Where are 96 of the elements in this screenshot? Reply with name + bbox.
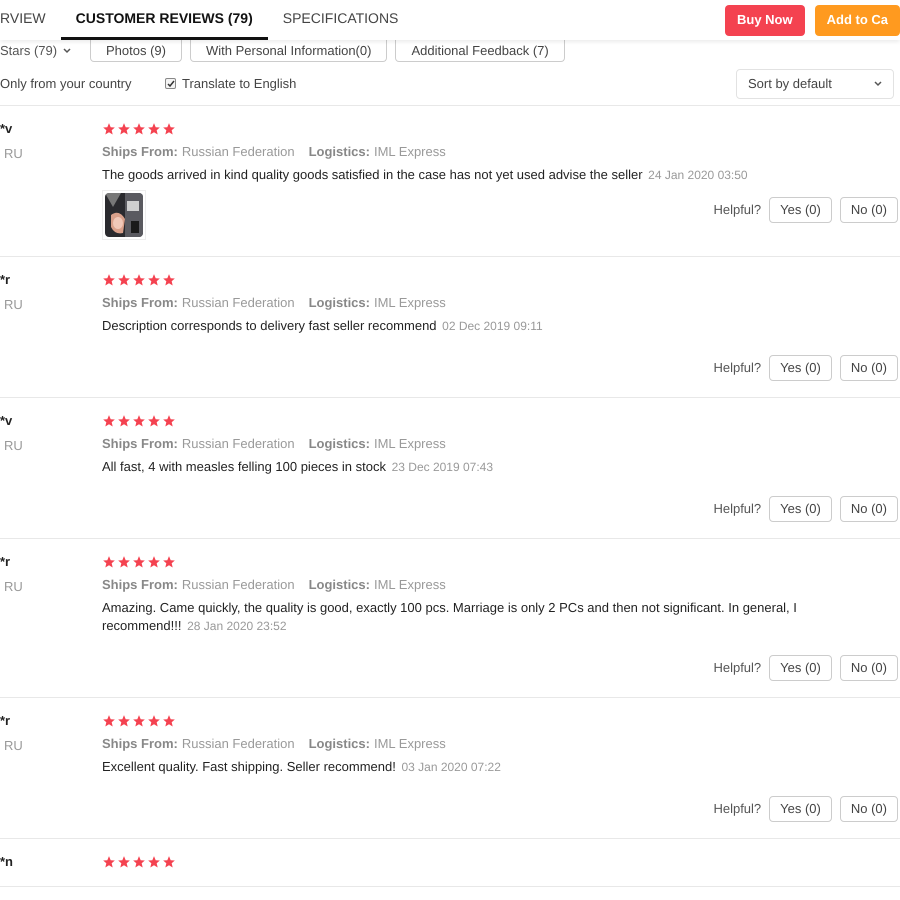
star-icon [132,554,146,568]
logistics-label: Logistics: [308,294,370,311]
buy-now-button[interactable]: Buy Now [724,4,805,36]
filter-chip[interactable]: With Personal Information(0) [190,40,388,62]
star-icon [147,554,161,568]
checkmark-icon [166,80,174,88]
logistics-label: Logistics: [308,576,370,593]
reviewer-name: *r [0,271,12,288]
no-vote-button[interactable]: No (0) [840,655,898,681]
star-icon [147,714,161,728]
star-icon [132,854,146,868]
country-code: RU [3,437,24,454]
ships-from-label: Ships From: [102,735,178,752]
yes-vote-button[interactable]: Yes (0) [769,655,832,681]
country-code: RU [3,578,24,595]
country-code: RU [3,296,24,313]
logistics-value: IML Express [374,143,446,160]
star-icon [132,714,146,728]
ships-from-value: Russian Federation [182,143,295,160]
logistics-value: IML Express [374,576,446,593]
star-icon [117,854,131,868]
chevron-down-icon [874,80,882,86]
translate-label: Translate to English [182,74,296,93]
star-icon [117,554,131,568]
star-icon [162,854,176,868]
yes-vote-button[interactable]: Yes (0) [769,796,832,822]
no-vote-button[interactable]: No (0) [840,197,898,223]
country-code: RU [3,145,24,162]
star-icon [162,122,176,136]
reviewer-name: *v [0,120,14,137]
no-vote-button[interactable]: No (0) [840,796,898,822]
review-text: Excellent quality. Fast shipping. Seller recommend! 03 Jan 2020 07:22 [102,758,502,776]
ships-from-value: Russian Federation [182,735,295,752]
filter-chip[interactable]: Additional Feedback (7) [395,40,565,62]
helpful-label: Helpful? [713,500,762,518]
star-icon [117,272,131,286]
yes-vote-button[interactable]: Yes (0) [769,355,832,381]
star-icon [102,854,116,868]
ships-from-value: Russian Federation [182,435,295,452]
logistics-label: Logistics: [308,735,370,752]
helpful-label: Helpful? [713,359,762,378]
tab[interactable]: SPECIFICATIONS [268,0,414,40]
reviewer-name: *r [0,712,12,729]
star-icon [117,122,131,136]
star-icon [162,554,176,568]
stars-dropdown[interactable]: Stars (79) [0,41,90,61]
star-icon [117,414,131,428]
star-icon [102,272,116,286]
helpful-label: Helpful? [713,201,762,220]
star-icon [117,714,131,728]
star-icon [102,122,116,136]
star-icon [147,272,161,286]
reviewer-name: *v [0,412,14,429]
chevron-down-icon [63,48,72,54]
ships-from-value: Russian Federation [182,576,295,593]
logistics-label: Logistics: [308,435,370,452]
star-icon [162,714,176,728]
helpful-label: Helpful? [713,659,762,678]
review-text: Description corresponds to delivery fast seller recommend 02 Dec 2019 09:11 [102,317,544,335]
logistics-value: IML Express [374,735,446,752]
logistics-value: IML Express [374,435,446,452]
star-icon [102,554,116,568]
star-icon [162,272,176,286]
star-icon [147,122,161,136]
star-icon [147,854,161,868]
ships-from-label: Ships From: [102,294,178,311]
photo-thumbnail[interactable] [102,190,146,240]
yes-vote-button[interactable]: Yes (0) [769,496,832,522]
ships-from-label: Ships From: [102,435,178,452]
sort-dropdown[interactable]: Sort by default [736,68,894,98]
helpful-label: Helpful? [713,800,762,818]
star-icon [102,714,116,728]
no-vote-button[interactable]: No (0) [840,496,898,522]
reviewer-name: *n [0,853,14,870]
review-text: The goods arrived in kind quality goods satisfied in the case has not yet used advise the seller 24 Jan 2020 03:50 [102,166,749,184]
star-icon [162,414,176,428]
tab[interactable]: RVIEW [0,0,61,40]
reviewer-name: *r [0,553,12,570]
yes-vote-button[interactable]: Yes (0) [769,197,832,223]
translate-checkbox[interactable] [165,78,176,89]
ships-from-label: Ships From: [102,576,178,593]
filter-chip[interactable]: Photos (9) [90,40,182,62]
no-vote-button[interactable]: No (0) [840,355,898,381]
star-icon [147,414,161,428]
country-filter-label[interactable]: Only from your country [0,74,165,94]
star-icon [132,272,146,286]
country-code: RU [3,737,24,754]
star-icon [132,122,146,136]
star-icon [132,414,146,428]
star-icon [102,414,116,428]
review-text: Amazing. Came quickly, the quality is good, exactly 100 pcs. Marriage is only 2 PCs and then not significant. In general, I recommend!!! 28 Jan 2020 23:52 [102,599,798,635]
review-text: All fast, 4 with measles felling 100 pieces in stock 23 Dec 2019 07:43 [102,458,494,476]
logistics-value: IML Express [374,294,446,311]
ships-from-value: Russian Federation [182,294,295,311]
logistics-label: Logistics: [308,143,370,160]
ships-from-label: Ships From: [102,143,178,160]
